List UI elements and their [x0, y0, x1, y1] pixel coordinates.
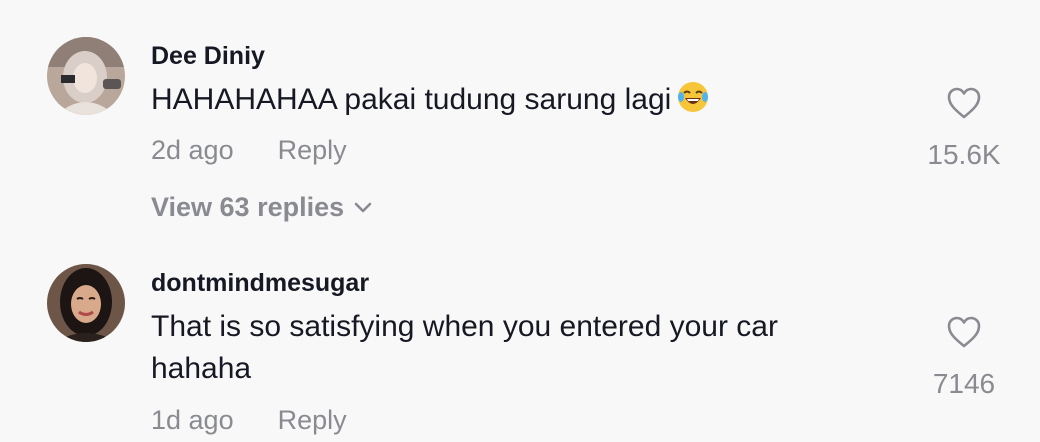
view-replies-button[interactable]: View 63 replies: [151, 190, 372, 223]
comment-username[interactable]: dontmindmesugar: [151, 269, 369, 298]
like-section: 7146: [909, 315, 1019, 400]
comment-username[interactable]: Dee Diniy: [151, 42, 265, 71]
comment-timestamp: 2d ago: [151, 135, 234, 165]
comment-meta: 2d ago Reply: [151, 135, 347, 166]
heart-icon[interactable]: [909, 315, 1019, 354]
reply-button[interactable]: Reply: [278, 135, 347, 165]
comment-meta: 1d ago Reply: [151, 405, 347, 436]
laughing-tears-emoji-icon: [677, 81, 709, 125]
like-section: 15.6K: [909, 86, 1019, 171]
like-count: 7146: [932, 368, 996, 399]
chevron-down-icon: [354, 190, 372, 221]
view-replies-label: View 63 replies: [151, 192, 345, 222]
avatar[interactable]: [47, 264, 125, 342]
comment-timestamp: 1d ago: [151, 405, 234, 435]
heart-icon[interactable]: [909, 86, 1019, 125]
comment-list: Dee Diniy HAHAHAHAA pakai tudung sarung …: [0, 0, 1040, 442]
comment-text: HAHAHAHAA pakai tudung sarung lagi: [151, 79, 871, 125]
avatar[interactable]: [47, 37, 125, 115]
reply-button[interactable]: Reply: [278, 405, 347, 435]
comment-text-content: HAHAHAHAA pakai tudung sarung lagi: [151, 83, 672, 116]
comment-text: That is so satisfying when you entered y…: [151, 310, 778, 385]
like-count: 15.6K: [927, 139, 1001, 170]
